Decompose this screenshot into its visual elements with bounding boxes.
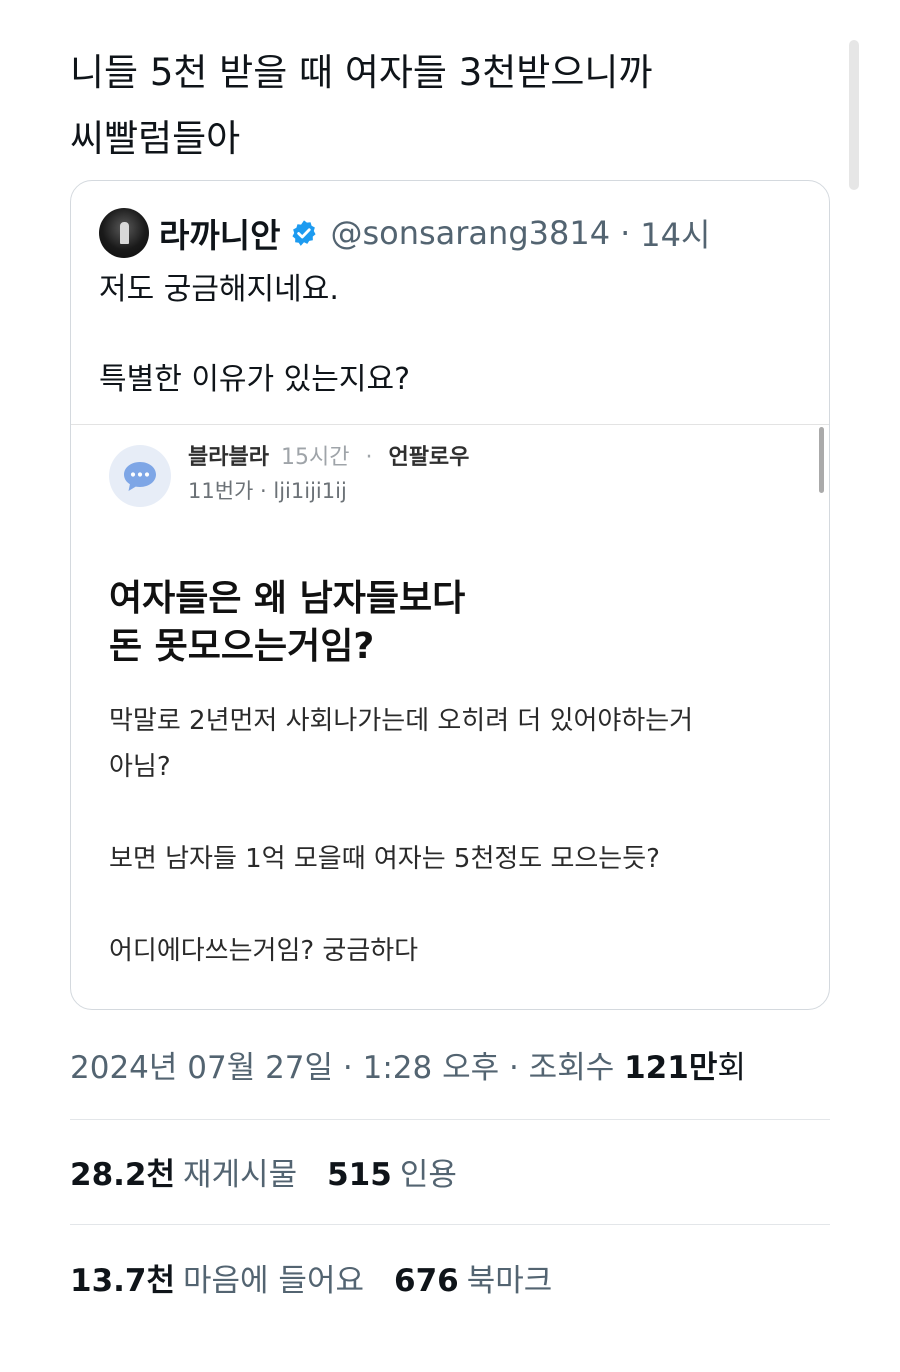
quoted-tweet-card[interactable]: 라까니안 @sonsarang3814 · 14시 저도 궁금해지네요. 특별한…: [70, 180, 830, 1010]
bookmarks-stat[interactable]: 676 북마크: [394, 1263, 582, 1299]
separator-dot: ·: [620, 214, 631, 252]
likes-count: 13.7천: [70, 1263, 176, 1299]
tweet-text: 니들 5천 받을 때 여자들 3천받으니까 씨빨럼들아: [70, 40, 830, 172]
divider: [70, 1224, 830, 1225]
likes-label: 마음에 들어요: [183, 1263, 364, 1299]
image-scrollbar: [819, 427, 824, 493]
post-body-line: 아님?: [109, 752, 171, 782]
likes-stat[interactable]: 13.7천 마음에 들어요: [70, 1263, 394, 1299]
quoted-author-name[interactable]: 라까니안: [159, 209, 280, 257]
page-scrollbar[interactable]: [849, 40, 859, 190]
quotes-label: 인용: [399, 1157, 457, 1193]
post-body-line: 막말로 2년먼저 사회나가는데 오히려 더 있어야하는거: [109, 706, 694, 736]
post-title: 여자들은 왜 남자들보다 돈 못모으는거임?: [109, 575, 465, 671]
stats-row-reposts: 28.2천 재게시물 515 인용: [70, 1153, 487, 1197]
quotes-stat[interactable]: 515 인용: [327, 1157, 487, 1193]
retweets-count: 28.2천: [70, 1157, 176, 1193]
quoted-body-line: 저도 궁금해지네요.: [99, 272, 339, 307]
quotes-count: 515: [327, 1157, 392, 1193]
retweets-stat[interactable]: 28.2천 재게시물: [70, 1157, 327, 1193]
tweet-text-line: 씨빨럼들아: [70, 117, 241, 160]
separator-dot: ·: [365, 445, 373, 470]
avatar[interactable]: [99, 208, 149, 258]
post-board: 언팔로우: [388, 445, 470, 470]
post-meta: 블라블라 15시간 · 언팔로우 11번가 · lji1iji1ij: [188, 443, 469, 506]
post-body-line: 보면 남자들 1억 모을때 여자는 5천정도 모으는듯?: [109, 844, 660, 874]
retweets-label: 재게시물: [183, 1157, 298, 1193]
views-count: 121만: [624, 1050, 718, 1086]
post-time: 15시간: [280, 445, 350, 470]
tweet-timestamp[interactable]: 2024년 07월 27일 · 1:28 오후 · 조회수: [70, 1050, 624, 1086]
bookmarks-label: 북마크: [466, 1263, 553, 1299]
stats-row-likes: 13.7천 마음에 들어요 676 북마크: [70, 1259, 582, 1303]
divider: [70, 1119, 830, 1120]
tweet-timestamp-views: 2024년 07월 27일 · 1:28 오후 · 조회수 121만회: [70, 1046, 746, 1090]
quoted-tweet-header: 라까니안 @sonsarang3814 · 14시: [99, 205, 710, 261]
post-title-line: 돈 못모으는거임?: [109, 626, 375, 667]
bookmarks-count: 676: [394, 1263, 459, 1299]
post-body: 막말로 2년먼저 사회나가는데 오히려 더 있어야하는거 아님? 보면 남자들 …: [109, 698, 693, 974]
quoted-tweet-time[interactable]: 14시: [640, 210, 710, 256]
verified-badge-icon: [292, 220, 317, 246]
post-author: 블라블라: [188, 445, 269, 470]
tweet-text-line: 니들 5천 받을 때 여자들 3천받으니까: [70, 51, 653, 94]
post-title-line: 여자들은 왜 남자들보다: [109, 578, 466, 619]
post-company: 11번가 · lji1iji1ij: [188, 479, 347, 503]
quoted-author-handle[interactable]: @sonsarang3814: [330, 214, 610, 252]
views-unit: 회: [717, 1050, 746, 1086]
quoted-body-line: 특별한 이유가 있는지요?: [99, 362, 410, 397]
quoted-tweet-body: 저도 궁금해지네요. 특별한 이유가 있는지요?: [99, 267, 410, 402]
attached-post-image[interactable]: 블라블라 15시간 · 언팔로우 11번가 · lji1iji1ij 여자들은 왜 남…: [71, 424, 829, 1010]
speech-bubble-icon: [109, 445, 171, 507]
post-body-line: 어디에다쓰는거임? 궁금하다: [109, 936, 419, 966]
